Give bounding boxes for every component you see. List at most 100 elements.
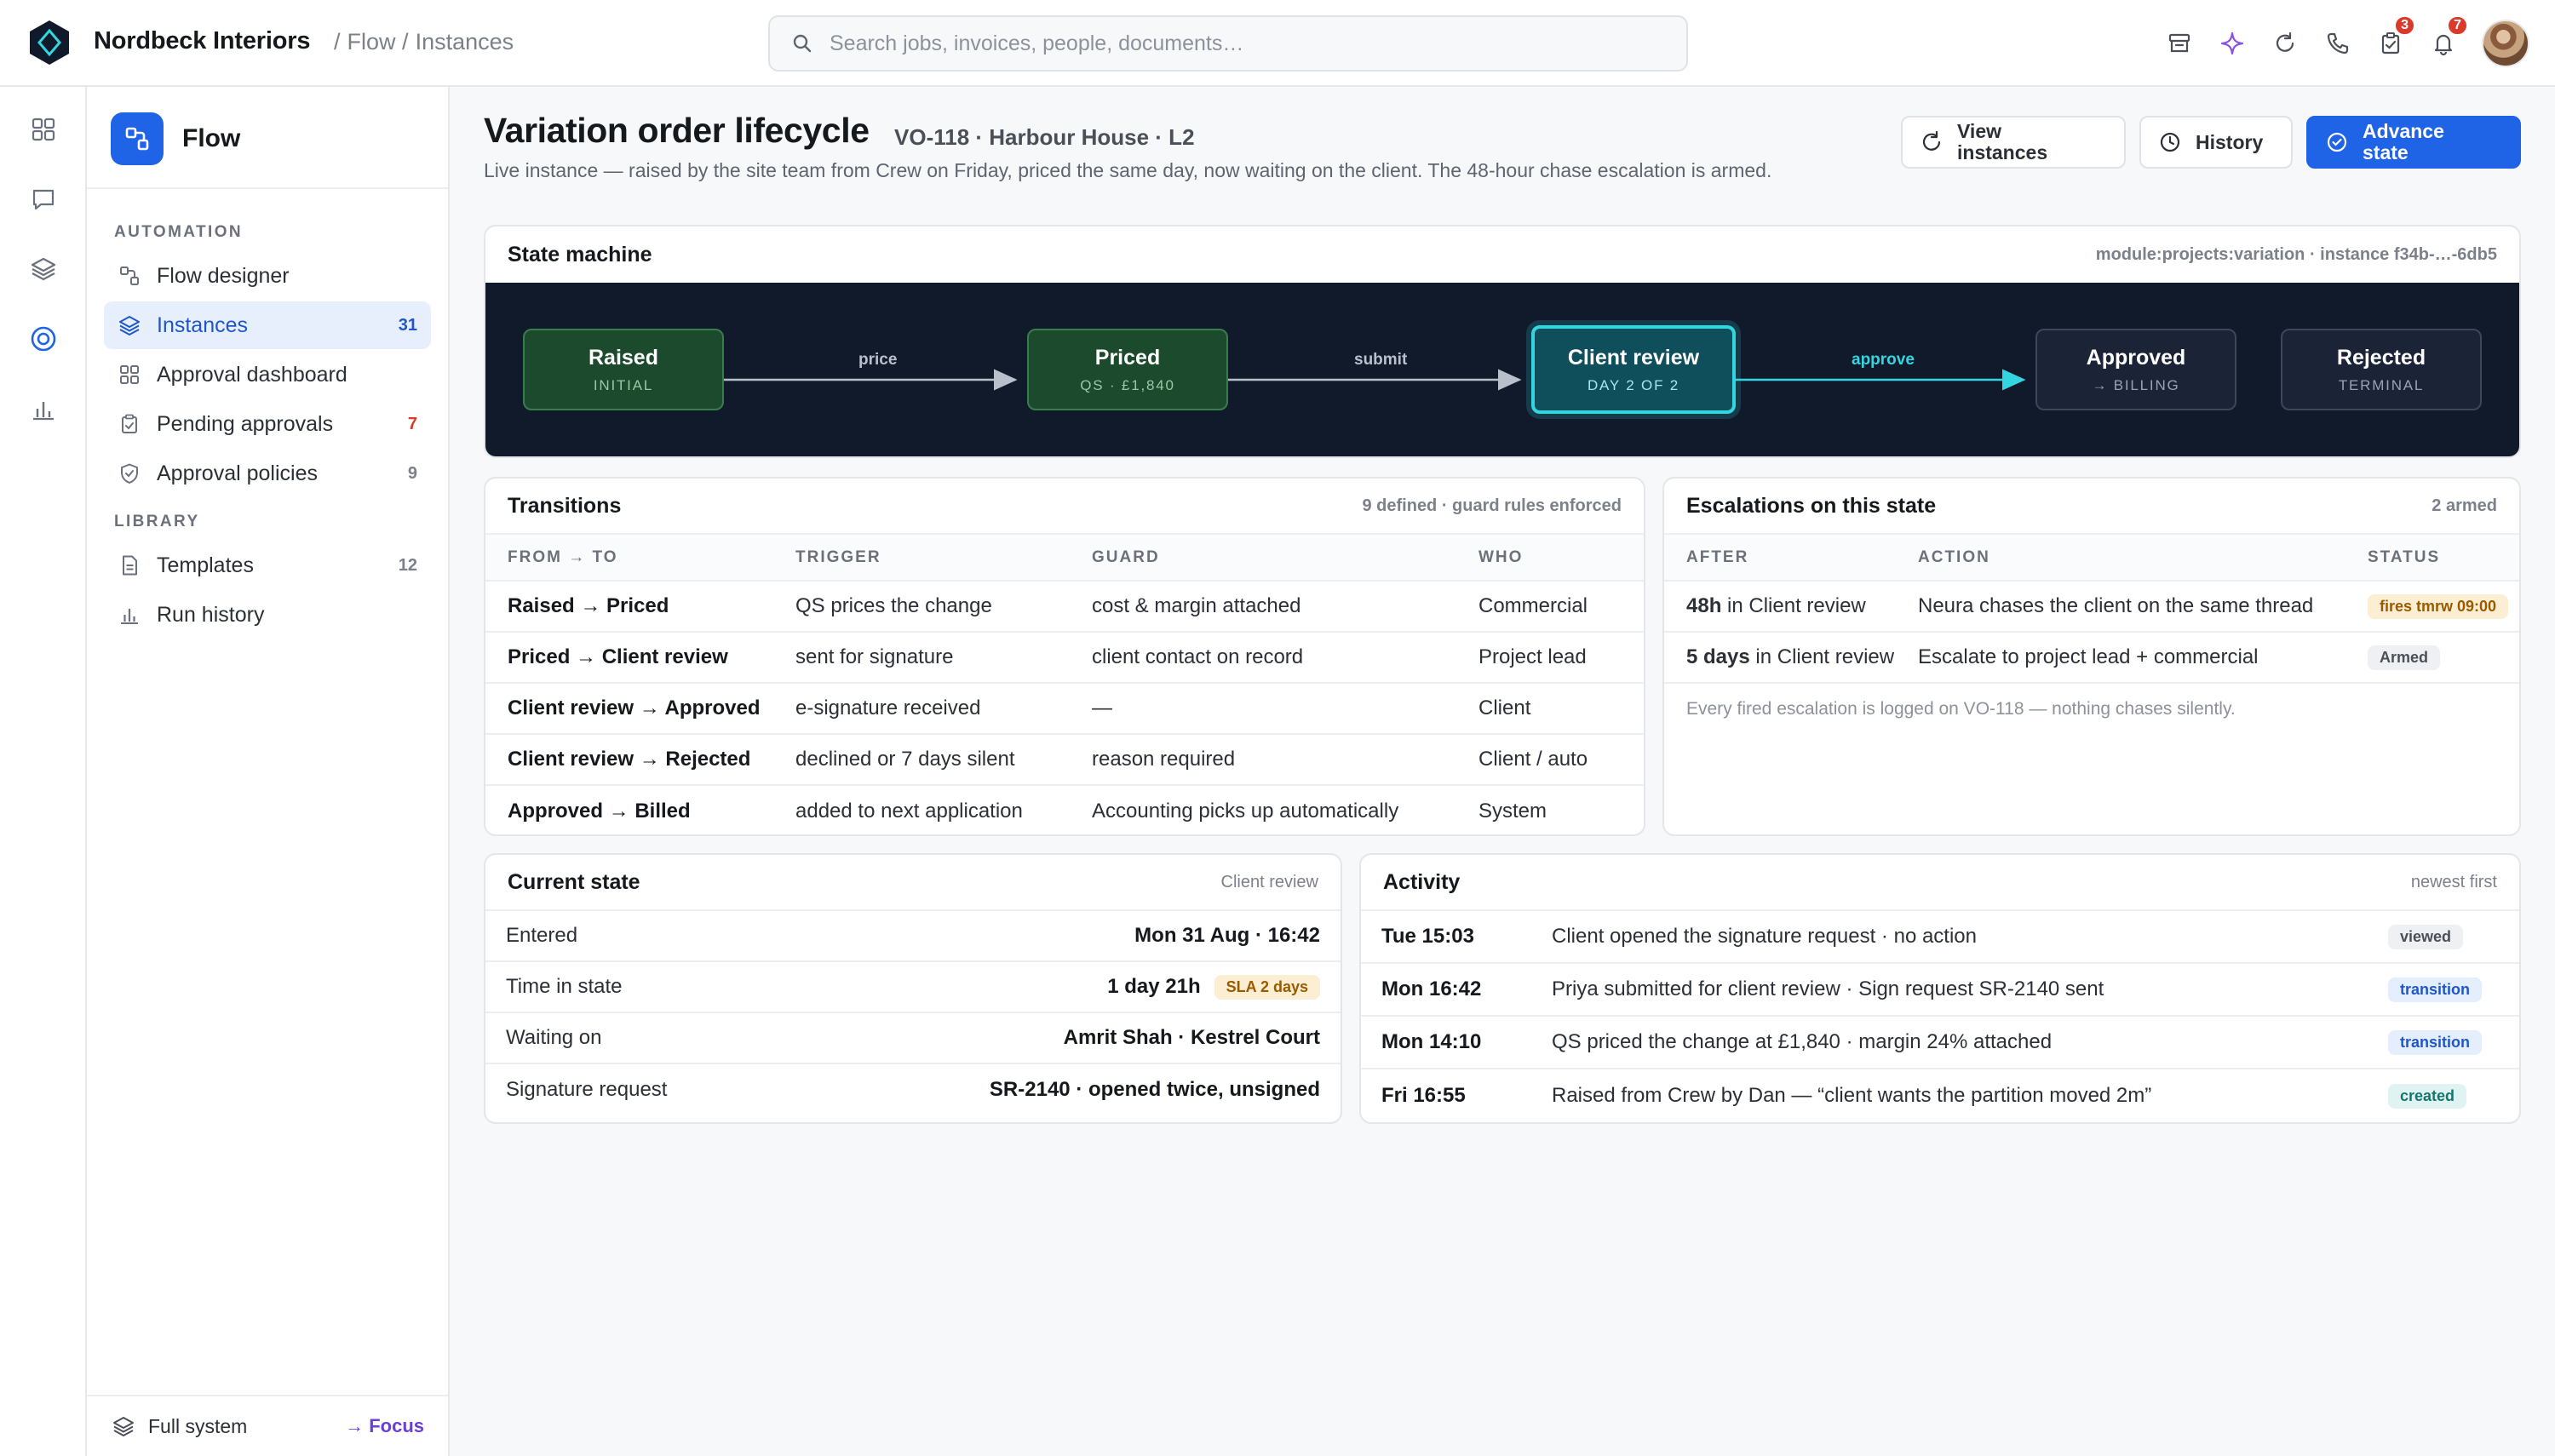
transition-guard: — — [1092, 683, 1478, 735]
column-header: GUARD — [1092, 535, 1478, 582]
full-system-toggle[interactable]: Full system — [112, 1415, 247, 1438]
sidebar-item-approval-policies[interactable]: Approval policies 9 — [104, 450, 431, 497]
current-state-row-time-in-state: Time in state 1 day 21h SLA 2 days — [485, 962, 1341, 1013]
chat-icon[interactable] — [23, 179, 64, 220]
transition-who: Client — [1478, 683, 1644, 735]
sidebar-footer: Full system → Focus — [87, 1395, 448, 1456]
bell-icon[interactable]: 7 — [2417, 15, 2470, 70]
activity-time: Fri 16:55 — [1381, 1084, 1466, 1107]
archive-icon[interactable] — [2153, 17, 2206, 70]
brand-name[interactable]: Nordbeck Interiors — [94, 27, 310, 55]
activity-text: Priya submitted for client review · Sign… — [1552, 977, 2104, 1000]
list-item[interactable]: Fri 16:55 Raised from Crew by Dan — “cli… — [1361, 1069, 2519, 1122]
escalation-after: 5 days in Client review — [1664, 632, 1918, 684]
activity-tag: transition — [2388, 1030, 2483, 1055]
kv-key: Waiting on — [506, 1026, 602, 1049]
state-node-client-review[interactable]: Client review DAY 2 OF 2 — [1531, 325, 1736, 414]
sidebar-header: Flow — [111, 112, 240, 165]
list-item[interactable]: Mon 16:42 Priya submitted for client rev… — [1361, 964, 2519, 1017]
column-header: WHO — [1478, 535, 1644, 582]
top-bar: Nordbeck Interiors /Flow /Instances 3 7 — [0, 0, 2555, 87]
current-state-row-signature-request: Signature request SR-2140 · opened twice… — [485, 1064, 1341, 1115]
refresh-icon[interactable] — [2259, 17, 2311, 70]
sparkle-icon[interactable] — [2206, 17, 2259, 70]
state-node-priced[interactable]: Priced QS · £1,840 — [1027, 329, 1228, 410]
escalation-after-state: in Client review — [1749, 645, 1895, 668]
list-item[interactable]: Tue 15:03 Client opened the signature re… — [1361, 911, 2519, 964]
table-row[interactable]: Client review → Rejected declined or 7 d… — [485, 734, 1644, 786]
breadcrumb-flow[interactable]: Flow — [347, 29, 396, 54]
sidebar-item-templates[interactable]: Templates 12 — [104, 542, 431, 589]
transition-trigger: declined or 7 days silent — [795, 734, 1092, 786]
layers-icon — [113, 1417, 134, 1436]
flow-target-icon[interactable] — [23, 318, 64, 359]
table-header-row: FROM → TO TRIGGER GUARD WHO — [485, 535, 1644, 582]
transition-guard: Accounting picks up automatically — [1092, 799, 1399, 823]
page-subtitle: VO-118 · Harbour House · L2 — [894, 124, 1195, 150]
sidebar-item-instances[interactable]: Instances 31 — [104, 301, 431, 349]
flow-app-icon — [111, 112, 164, 165]
history-button[interactable]: History — [2139, 116, 2293, 169]
column-header: ACTION — [1918, 535, 2368, 582]
kv-value[interactable]: SR-2140 · opened twice, unsigned — [990, 1078, 1320, 1102]
table-row[interactable]: 48h in Client review Neura chases the cl… — [1664, 581, 2519, 633]
search-input[interactable] — [830, 31, 1647, 56]
sidebar-item-approval-dashboard[interactable]: Approval dashboard — [104, 351, 431, 398]
apps-grid-icon[interactable] — [23, 109, 64, 150]
top-icons: 3 7 — [2153, 15, 2529, 70]
phone-icon[interactable] — [2311, 17, 2364, 70]
column-header: FROM → TO — [485, 535, 795, 582]
current-state-card: Current state Client review Entered Mon … — [484, 853, 1342, 1124]
breadcrumb: / Flow / Instances — [334, 29, 514, 54]
table-row[interactable]: 5 days in Client review Escalate to proj… — [1664, 632, 2519, 684]
tasks-badge: 3 — [2394, 15, 2415, 36]
activity-text: Client opened the signature request · no… — [1552, 925, 1977, 948]
brand-logo-icon[interactable] — [26, 19, 73, 66]
state-node-raised[interactable]: Raised INITIAL — [523, 329, 724, 410]
sidebar-item-label: Instances — [157, 312, 249, 337]
sidebar-divider — [87, 187, 448, 189]
templates-count: 12 — [398, 555, 417, 575]
activity-text: QS priced the change at £1,840 · margin … — [1552, 1030, 2053, 1053]
transition-trigger: QS prices the change — [795, 581, 1092, 633]
tasks-icon[interactable]: 3 — [2364, 15, 2417, 70]
focus-link[interactable]: → Focus — [345, 1415, 424, 1437]
status-badge: Armed — [2368, 645, 2441, 670]
table-row[interactable]: Client review → Approved e-signature rec… — [485, 683, 1644, 735]
sidebar-item-run-history[interactable]: Run history — [104, 591, 431, 639]
column-header: AFTER — [1664, 535, 1918, 582]
state-node-rejected[interactable]: Rejected TERMINAL — [2281, 329, 2482, 410]
user-avatar[interactable] — [2482, 20, 2529, 67]
advance-state-button[interactable]: Advance state — [2306, 116, 2521, 169]
search-box[interactable] — [768, 15, 1688, 72]
state-sub: QS · £1,840 — [1080, 376, 1175, 393]
view-instances-button[interactable]: View instances — [1901, 116, 2126, 169]
state-node-approved[interactable]: Approved → BILLING — [2035, 329, 2236, 410]
activity-title: Activity — [1383, 869, 1461, 894]
sidebar-item-pending-approvals[interactable]: Pending approvals 7 — [104, 400, 431, 448]
escalation-action: Neura chases the client on the same thre… — [1918, 581, 2368, 633]
sla-badge: SLA 2 days — [1214, 974, 1320, 1000]
section-label-library: LIBRARY — [114, 513, 200, 530]
kv-key: Time in state — [506, 975, 623, 998]
current-state-title: Current state — [508, 869, 640, 894]
table-row[interactable]: Raised → Priced QS prices the change cos… — [485, 581, 1644, 633]
list-item[interactable]: Mon 14:10 QS priced the change at £1,840… — [1361, 1017, 2519, 1069]
table-row[interactable]: Approved → Billed added to next applicat… — [485, 785, 1644, 834]
kv-value[interactable]: Amrit Shah · Kestrel Court — [1064, 1026, 1320, 1050]
transition-trigger: e-signature received — [795, 683, 1092, 735]
activity-tag: viewed — [2388, 925, 2464, 949]
state-name: Raised — [589, 345, 658, 370]
transitions-header: Transitions 9 defined · guard rules enfo… — [485, 479, 1644, 535]
document-icon — [118, 553, 141, 577]
escalation-after: 48h in Client review — [1664, 581, 1918, 633]
transition-who: Commercial — [1478, 581, 1644, 633]
layers-icon[interactable] — [23, 249, 64, 289]
analytics-icon[interactable] — [23, 388, 64, 429]
transition-guard: reason required — [1092, 734, 1478, 786]
table-row[interactable]: Priced → Client review sent for signatur… — [485, 632, 1644, 684]
transition-trigger: sent for signature — [795, 632, 1092, 684]
transitions-title: Transitions — [508, 493, 622, 518]
sidebar-item-flow-designer[interactable]: Flow designer — [104, 252, 431, 300]
edge-label-submit: submit — [1354, 351, 1408, 369]
